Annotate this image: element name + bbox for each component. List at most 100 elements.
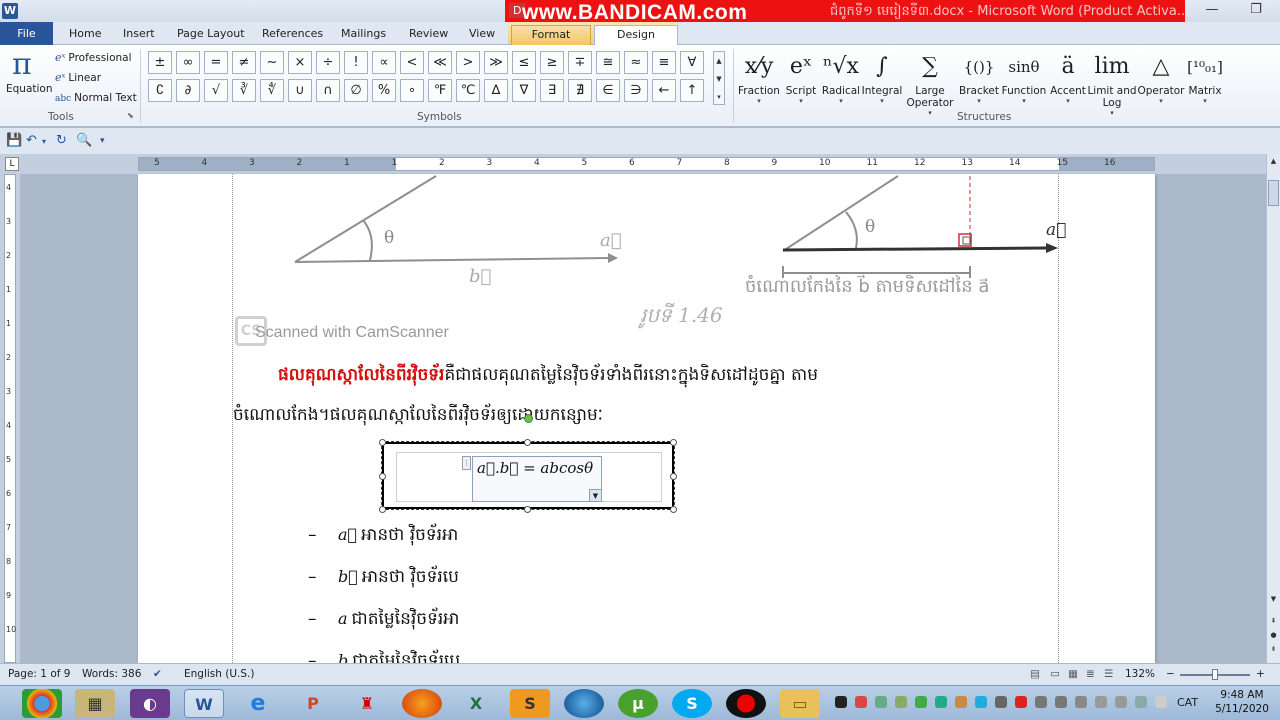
equation-options-dropdown-icon[interactable]: ▼	[589, 489, 601, 501]
symbol-button[interactable]: √	[204, 79, 228, 102]
linear-button[interactable]: eˣ Linear	[55, 71, 101, 84]
resize-handle[interactable]	[670, 439, 677, 446]
tray-device-icon[interactable]	[1035, 696, 1047, 708]
word-app-icon[interactable]: W	[2, 3, 18, 19]
structure-limit-and-log-button[interactable]: lim Limit and Log ▾	[1087, 49, 1136, 117]
symbol-button[interactable]: <	[400, 51, 424, 74]
system-clock[interactable]: 9:48 AM 5/11/2020	[1212, 688, 1272, 716]
utorrent-icon[interactable]: µ	[618, 689, 658, 718]
resize-handle[interactable]	[379, 473, 386, 480]
symbol-button[interactable]: ≤	[512, 51, 536, 74]
symbol-button[interactable]: ≫	[484, 51, 508, 74]
symbol-button[interactable]: ←	[652, 79, 676, 102]
symbol-button[interactable]: ∀	[680, 51, 704, 74]
equation-field[interactable]: a⃗.b⃗ = abcosθ ▼	[472, 456, 602, 502]
tray-app-icon[interactable]	[875, 696, 887, 708]
symbol-button[interactable]: ↑	[680, 79, 704, 102]
symbol-button[interactable]: ∂	[176, 79, 200, 102]
tab-page-layout[interactable]: Page Layout	[171, 25, 251, 45]
document-page[interactable]: θ a⃗ b⃗ θ a⃗ ចំណោលកែងនៃ b⃗ តាមទិសដៅនៃ a⃗…	[138, 174, 1155, 663]
tab-format[interactable]: Format	[511, 25, 591, 45]
scroll-down-icon[interactable]: ▼	[1268, 594, 1279, 605]
save-icon[interactable]: 💾	[6, 133, 22, 148]
professional-button[interactable]: eˣ Professional	[55, 51, 132, 64]
resize-handle[interactable]	[379, 506, 386, 513]
symbol-button[interactable]: ∇	[512, 79, 536, 102]
equation-move-handle-icon[interactable]: ⋮	[462, 456, 471, 470]
internet-explorer-icon[interactable]: e	[238, 689, 278, 718]
proofing-icon[interactable]: ✔	[153, 668, 162, 680]
symbol-button[interactable]: ≠	[232, 51, 256, 74]
tray-network-icon[interactable]	[1095, 696, 1107, 708]
zoom-in-icon[interactable]: +	[1256, 668, 1265, 680]
symbol-button[interactable]: ≡	[652, 51, 676, 74]
symbol-button[interactable]: ∘	[400, 79, 424, 102]
tab-references[interactable]: References	[256, 25, 329, 45]
symbol-button[interactable]: ∈	[596, 79, 620, 102]
tab-file[interactable]: File	[0, 22, 53, 45]
tab-review[interactable]: Review	[403, 25, 454, 45]
chrome-icon[interactable]	[22, 689, 62, 718]
resize-handle[interactable]	[670, 473, 677, 480]
equation-pi-icon[interactable]: π	[12, 47, 32, 82]
tab-mailings[interactable]: Mailings	[335, 25, 392, 45]
view-full-screen-icon[interactable]: ▭	[1050, 668, 1060, 680]
tab-home[interactable]: Home	[63, 25, 107, 45]
zoom-slider-knob[interactable]	[1212, 669, 1218, 680]
equation-container[interactable]: ⋮ a⃗.b⃗ = abcosθ ▼	[381, 441, 675, 510]
structure-function-button[interactable]: sinθ Function ▾	[1000, 49, 1048, 113]
page-count[interactable]: Page: 1 of 9	[8, 668, 70, 680]
symbol-button[interactable]: ∝	[372, 51, 396, 74]
symbol-button[interactable]: %	[372, 79, 396, 102]
resize-handle[interactable]	[524, 439, 531, 446]
firefox-icon[interactable]	[402, 689, 442, 718]
input-language[interactable]: CAT	[1177, 696, 1198, 709]
symbol-button[interactable]: ∃	[540, 79, 564, 102]
tab-selector-icon[interactable]: L	[5, 157, 19, 171]
tray-usb-icon[interactable]	[995, 696, 1007, 708]
symbol-button[interactable]: ≅	[596, 51, 620, 74]
structure-fraction-button[interactable]: x⁄y Fraction ▾	[735, 49, 783, 113]
symbol-button[interactable]: ∄	[568, 79, 592, 102]
resize-handle[interactable]	[379, 439, 386, 446]
bandicam-record-icon[interactable]	[726, 689, 766, 718]
normal-text-button[interactable]: abc Normal Text	[55, 92, 137, 104]
symbol-button[interactable]: ÷	[316, 51, 340, 74]
zoom-level[interactable]: 132%	[1125, 668, 1155, 680]
structure-integral-button[interactable]: ∫ Integral ▾	[858, 49, 906, 113]
symbol-button[interactable]: ×	[288, 51, 312, 74]
customize-qat-icon[interactable]: ▾	[100, 136, 105, 146]
structure-matrix-button[interactable]: [¹⁰₀₁] Matrix ▾	[1181, 49, 1229, 113]
skype-icon[interactable]: S	[672, 689, 712, 718]
symbols-gallery-scroll[interactable]: ▲ ▼ ▾	[713, 51, 725, 105]
vertical-ruler-track[interactable]: 4 3 2 1 1 2 3 4 5 6 7 8 9 10	[4, 174, 16, 663]
file-explorer-icon[interactable]: ▭	[780, 689, 820, 718]
structure-large-operator-button[interactable]: ∑ Large Operator ▾	[906, 49, 954, 117]
restore-button[interactable]: ❐	[1234, 0, 1278, 20]
globe-app-icon[interactable]	[564, 689, 604, 718]
word-count[interactable]: Words: 386	[82, 668, 141, 680]
symbol-button[interactable]: ∞	[176, 51, 200, 74]
tray-network-app-icon[interactable]	[895, 696, 907, 708]
next-page-icon[interactable]: ⇟	[1268, 644, 1279, 655]
view-print-layout-icon[interactable]: ▤	[1030, 668, 1040, 680]
archive-icon[interactable]: ▦	[75, 689, 115, 718]
symbol-button[interactable]: ∓	[568, 51, 592, 74]
minimize-button[interactable]: —	[1190, 0, 1234, 20]
symbol-button[interactable]: ∋	[624, 79, 648, 102]
symbol-button[interactable]: ≪	[428, 51, 452, 74]
language-indicator[interactable]: English (U.S.)	[184, 668, 254, 680]
view-outline-icon[interactable]: ≣	[1086, 668, 1095, 680]
scroll-up-icon[interactable]: ▲	[1268, 156, 1279, 167]
symbol-button[interactable]: ℉	[428, 79, 452, 102]
undo-dropdown-icon[interactable]: ▾	[42, 137, 46, 146]
tray-action-center-icon[interactable]	[1135, 696, 1147, 708]
equation-button[interactable]: Equation	[6, 83, 53, 95]
tab-view[interactable]: View	[463, 25, 501, 45]
symbol-button[interactable]: ≈	[624, 51, 648, 74]
equation-text[interactable]: a⃗.b⃗ = abcosθ	[477, 459, 593, 477]
symbol-button[interactable]: ∛	[232, 79, 256, 102]
symbol-button[interactable]: ∆	[484, 79, 508, 102]
symbol-button[interactable]: =	[204, 51, 228, 74]
symbol-button[interactable]: ∁	[148, 79, 172, 102]
